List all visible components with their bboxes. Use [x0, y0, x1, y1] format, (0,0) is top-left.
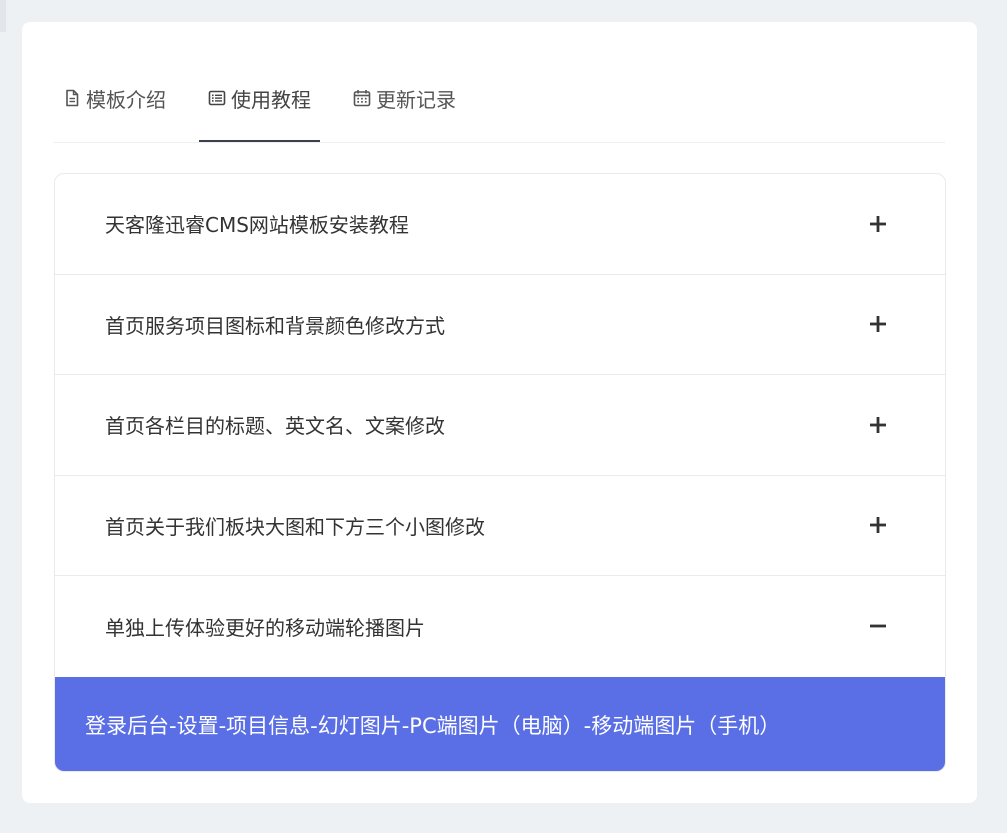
- window-edge: [0, 0, 6, 32]
- tab-label: 更新记录: [376, 87, 456, 112]
- tab-bar: 模板介绍 使用教程 更新记录: [54, 22, 945, 143]
- tab-label: 模板介绍: [86, 87, 166, 112]
- plus-icon[interactable]: [867, 313, 889, 335]
- plus-icon[interactable]: [867, 514, 889, 536]
- plus-icon[interactable]: [867, 414, 889, 436]
- accordion-item-title: 天客隆迅睿CMS网站模板安装教程: [105, 213, 409, 238]
- accordion-item[interactable]: 首页服务项目图标和背景颜色修改方式: [55, 275, 945, 375]
- accordion-item-title: 首页服务项目图标和背景颜色修改方式: [105, 313, 445, 338]
- document-icon: [63, 89, 81, 107]
- accordion-item[interactable]: 首页关于我们板块大图和下方三个小图修改: [55, 476, 945, 576]
- tab-label: 使用教程: [231, 87, 311, 112]
- calendar-icon: [353, 89, 371, 107]
- accordion-item[interactable]: 首页各栏目的标题、英文名、文案修改: [55, 375, 945, 476]
- tutorial-accordion: 天客隆迅睿CMS网站模板安装教程 首页服务项目图标和背景颜色修改方式 首页各栏目…: [54, 173, 946, 772]
- tab-template-intro[interactable]: 模板介绍: [54, 53, 175, 143]
- tab-divider: [54, 142, 945, 143]
- accordion-item[interactable]: 天客隆迅睿CMS网站模板安装教程: [55, 174, 945, 275]
- tab-tutorial[interactable]: 使用教程: [199, 53, 320, 143]
- plus-icon[interactable]: [867, 213, 889, 235]
- panel-text: 登录后台-设置-项目信息-幻灯图片-PC端图片（电脑）-移动端图片（手机）: [85, 713, 781, 738]
- accordion-item-title: 首页关于我们板块大图和下方三个小图修改: [105, 514, 485, 539]
- accordion-item-title: 单独上传体验更好的移动端轮播图片: [105, 615, 425, 640]
- tab-update-log[interactable]: 更新记录: [344, 53, 465, 143]
- list-icon: [208, 89, 226, 107]
- accordion-item-expanded[interactable]: 单独上传体验更好的移动端轮播图片: [55, 576, 945, 677]
- accordion-panel-content: 登录后台-设置-项目信息-幻灯图片-PC端图片（电脑）-移动端图片（手机）: [55, 676, 945, 771]
- minus-icon[interactable]: [867, 615, 889, 637]
- tutorial-card: 模板介绍 使用教程 更新记录 天客隆迅睿CMS网站模板安装教程 首页服务项目图标…: [22, 22, 977, 803]
- accordion-item-title: 首页各栏目的标题、英文名、文案修改: [105, 414, 445, 439]
